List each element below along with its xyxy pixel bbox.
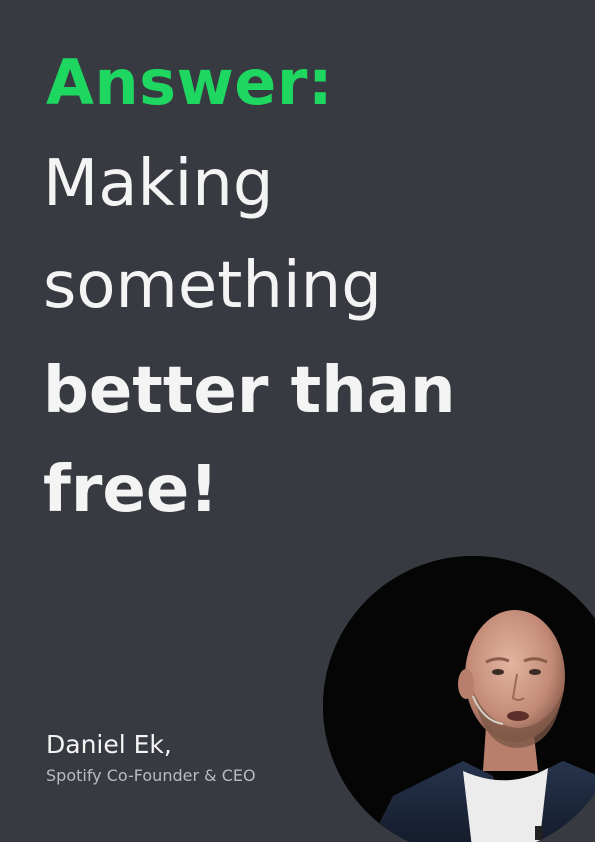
author-name: Daniel Ek, [46, 730, 172, 759]
author-role: Spotify Co-Founder & CEO [46, 766, 256, 785]
answer-label: Answer: [46, 46, 334, 119]
quote-line-2: something [43, 249, 382, 323]
speaker-portrait [323, 556, 595, 842]
quote-line-4: free! [43, 453, 219, 527]
quote-card: Answer: Making something better than fre… [0, 0, 595, 842]
quote-line-1: Making [43, 147, 274, 221]
quote-line-3: better than [43, 354, 456, 428]
portrait-photo-icon [323, 556, 595, 842]
